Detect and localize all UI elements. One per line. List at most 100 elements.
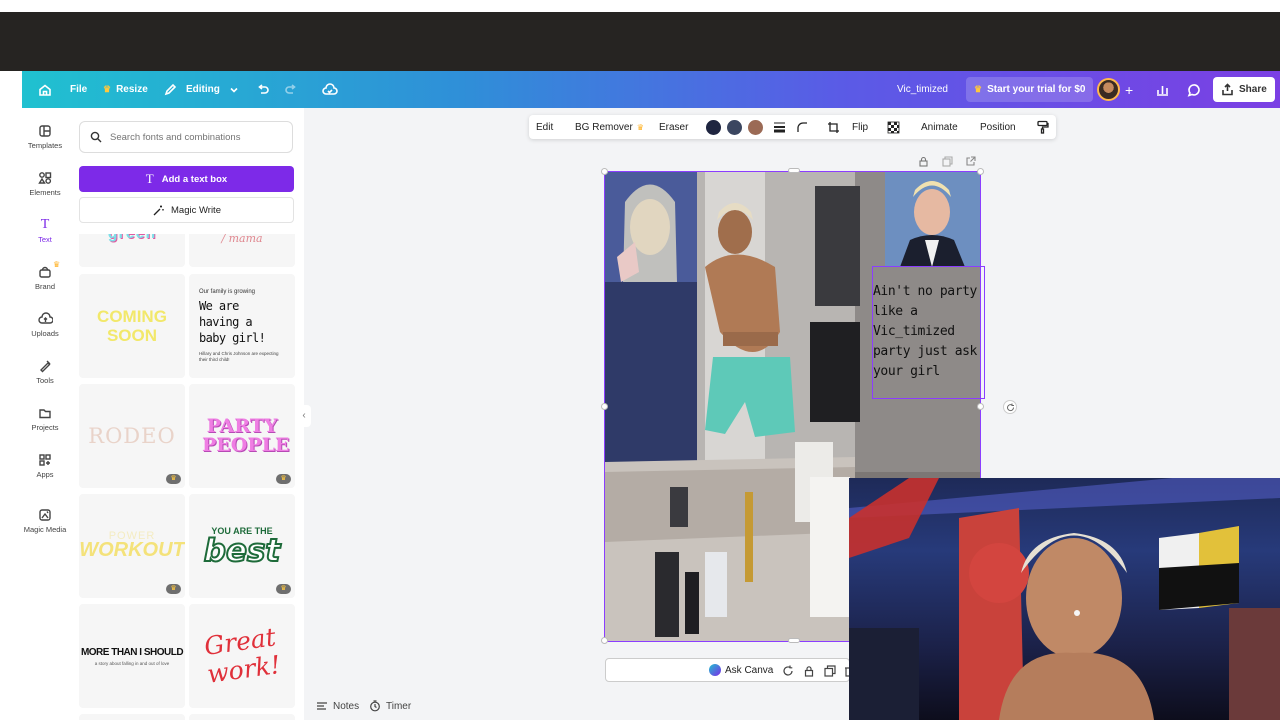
home-button[interactable]	[38, 71, 52, 108]
crown-icon: ♛	[636, 122, 644, 132]
cloud-check-icon	[322, 82, 338, 95]
duplicate-page-button[interactable]	[942, 154, 953, 172]
top-menu-bar: File ♛ Resize Editing Vic_timized ♛ Star…	[22, 71, 1280, 108]
template-tile-rodeo[interactable]: RODEO ♛	[79, 384, 185, 488]
resize-handle-e[interactable]	[977, 403, 984, 410]
color-swatch-3[interactable]	[748, 115, 763, 139]
template-tile-mama[interactable]: / mama	[189, 234, 295, 267]
template-tile-green[interactable]: green	[79, 234, 185, 267]
refresh-button[interactable]	[782, 664, 794, 682]
edit-image-button[interactable]: Edit	[536, 115, 553, 139]
crop-icon	[828, 121, 839, 133]
user-avatar[interactable]	[1097, 71, 1120, 108]
resize-handle-sw[interactable]	[601, 637, 608, 644]
magic-write-button[interactable]: Magic Write	[79, 197, 294, 223]
corner-radius-icon	[797, 122, 807, 132]
start-trial-button[interactable]: ♛ Start your trial for $0	[966, 77, 1094, 102]
position-button[interactable]: Position	[980, 115, 1016, 139]
timer-icon	[370, 700, 380, 712]
rail-item-magic-media[interactable]: Magic Media	[22, 508, 68, 534]
ask-canva-button[interactable]: Ask Canva	[709, 659, 773, 681]
resize-button[interactable]: ♛ Resize	[103, 71, 148, 108]
template-tile-power-workout[interactable]: POWER WORKOUT ♛	[79, 494, 185, 598]
resize-handle-nw[interactable]	[601, 168, 608, 175]
premium-crown-icon: ♛	[166, 584, 181, 594]
document-title[interactable]: Vic_timized	[897, 71, 948, 108]
collapse-panel-button[interactable]: ‹	[297, 405, 311, 427]
undo-icon	[258, 83, 269, 94]
bottom-bar: Notes Timer	[304, 692, 849, 720]
lock-element-button[interactable]	[918, 154, 929, 172]
text-panel: T Add a text box Magic Write green / mam…	[68, 108, 304, 720]
share-upload-icon	[1222, 83, 1233, 96]
search-input[interactable]	[110, 131, 280, 143]
webcam-video-frame	[849, 478, 1280, 720]
share-page-button[interactable]	[965, 154, 976, 172]
rail-item-templates[interactable]: Templates	[22, 124, 68, 150]
template-tile-more-than[interactable]: MORE THAN I SHOULD a story about falling…	[79, 604, 185, 708]
copy-style-button[interactable]	[1036, 115, 1049, 139]
canvas-text-element[interactable]: Ain't no party like a Vic_timized party …	[873, 282, 985, 382]
rail-item-tools[interactable]: Tools	[22, 359, 68, 385]
template-tile-great-work[interactable]: Great work!	[189, 604, 295, 708]
resize-handle-s[interactable]	[788, 638, 800, 643]
refresh-icon	[783, 665, 793, 676]
add-text-box-button[interactable]: T Add a text box	[79, 166, 294, 192]
resize-handle-n[interactable]	[788, 168, 800, 173]
rail-item-text[interactable]: T Text	[22, 217, 68, 245]
rail-item-projects[interactable]: Projects	[22, 406, 68, 432]
template-tile-you-are-the-best[interactable]: YOU ARE THE best ♛	[189, 494, 295, 598]
corner-rounding-button[interactable]	[796, 115, 809, 139]
transparency-button[interactable]	[887, 115, 900, 139]
rotate-handle[interactable]	[1003, 400, 1017, 414]
template-tile-partial[interactable]	[79, 714, 185, 720]
text-icon: T	[40, 217, 50, 232]
redo-icon	[285, 83, 296, 94]
duplicate-button[interactable]	[824, 664, 836, 682]
border-style-button[interactable]	[773, 115, 786, 139]
color-swatch-1[interactable]	[706, 115, 721, 139]
insights-button[interactable]	[1156, 71, 1169, 108]
timer-button[interactable]: Timer	[369, 692, 411, 720]
animate-button[interactable]: Animate	[921, 115, 958, 139]
text-icon: T	[145, 171, 154, 186]
crown-icon: ♛	[53, 260, 61, 269]
template-tile-baby-girl[interactable]: Our family is growing We are having a ba…	[189, 274, 295, 378]
duplicate-icon	[824, 665, 836, 677]
share-button[interactable]: Share	[1213, 77, 1275, 102]
template-tile-partial[interactable]	[189, 714, 295, 720]
editing-mode-dropdown[interactable]: Editing	[164, 71, 239, 108]
rail-item-apps[interactable]: Apps	[22, 453, 68, 479]
comments-button[interactable]	[1187, 71, 1201, 108]
template-tile-party-people[interactable]: PARTY PEOPLE ♛	[189, 384, 295, 488]
rail-item-elements[interactable]: Elements	[22, 171, 68, 197]
cloud-save-button[interactable]	[322, 71, 338, 108]
redo-button[interactable]	[284, 71, 298, 108]
template-tile-coming-soon[interactable]: COMING SOON	[79, 274, 185, 378]
screen-letterbox	[0, 0, 1280, 71]
notes-icon	[317, 702, 327, 710]
comment-icon	[1187, 83, 1200, 97]
lock-page-button[interactable]	[803, 664, 815, 682]
resize-handle-w[interactable]	[601, 403, 608, 410]
plus-icon: +	[1125, 81, 1134, 98]
file-menu[interactable]: File	[70, 71, 87, 108]
notes-button[interactable]: Notes	[316, 692, 359, 720]
flip-button[interactable]: Flip	[852, 115, 868, 139]
font-search-box[interactable]	[79, 121, 293, 153]
resize-handle-ne[interactable]	[977, 168, 984, 175]
magic-media-icon	[39, 509, 51, 521]
eraser-button[interactable]: Eraser	[659, 115, 688, 139]
undo-button[interactable]	[256, 71, 270, 108]
bg-remover-button[interactable]: BG Remover ♛	[575, 115, 644, 139]
color-swatch-2[interactable]	[727, 115, 742, 139]
premium-crown-icon: ♛	[276, 474, 291, 484]
crop-button[interactable]	[827, 115, 840, 139]
side-rail: Templates Elements T Text Brand ♛ Upload…	[22, 108, 68, 720]
rail-item-uploads[interactable]: Uploads	[22, 312, 68, 338]
add-collaborator-button[interactable]: +	[1125, 71, 1133, 108]
crown-icon: ♛	[103, 84, 112, 94]
apps-icon	[39, 454, 51, 466]
tile-art-mama: / mama	[221, 234, 263, 245]
rail-item-brand[interactable]: Brand ♛	[22, 260, 68, 291]
